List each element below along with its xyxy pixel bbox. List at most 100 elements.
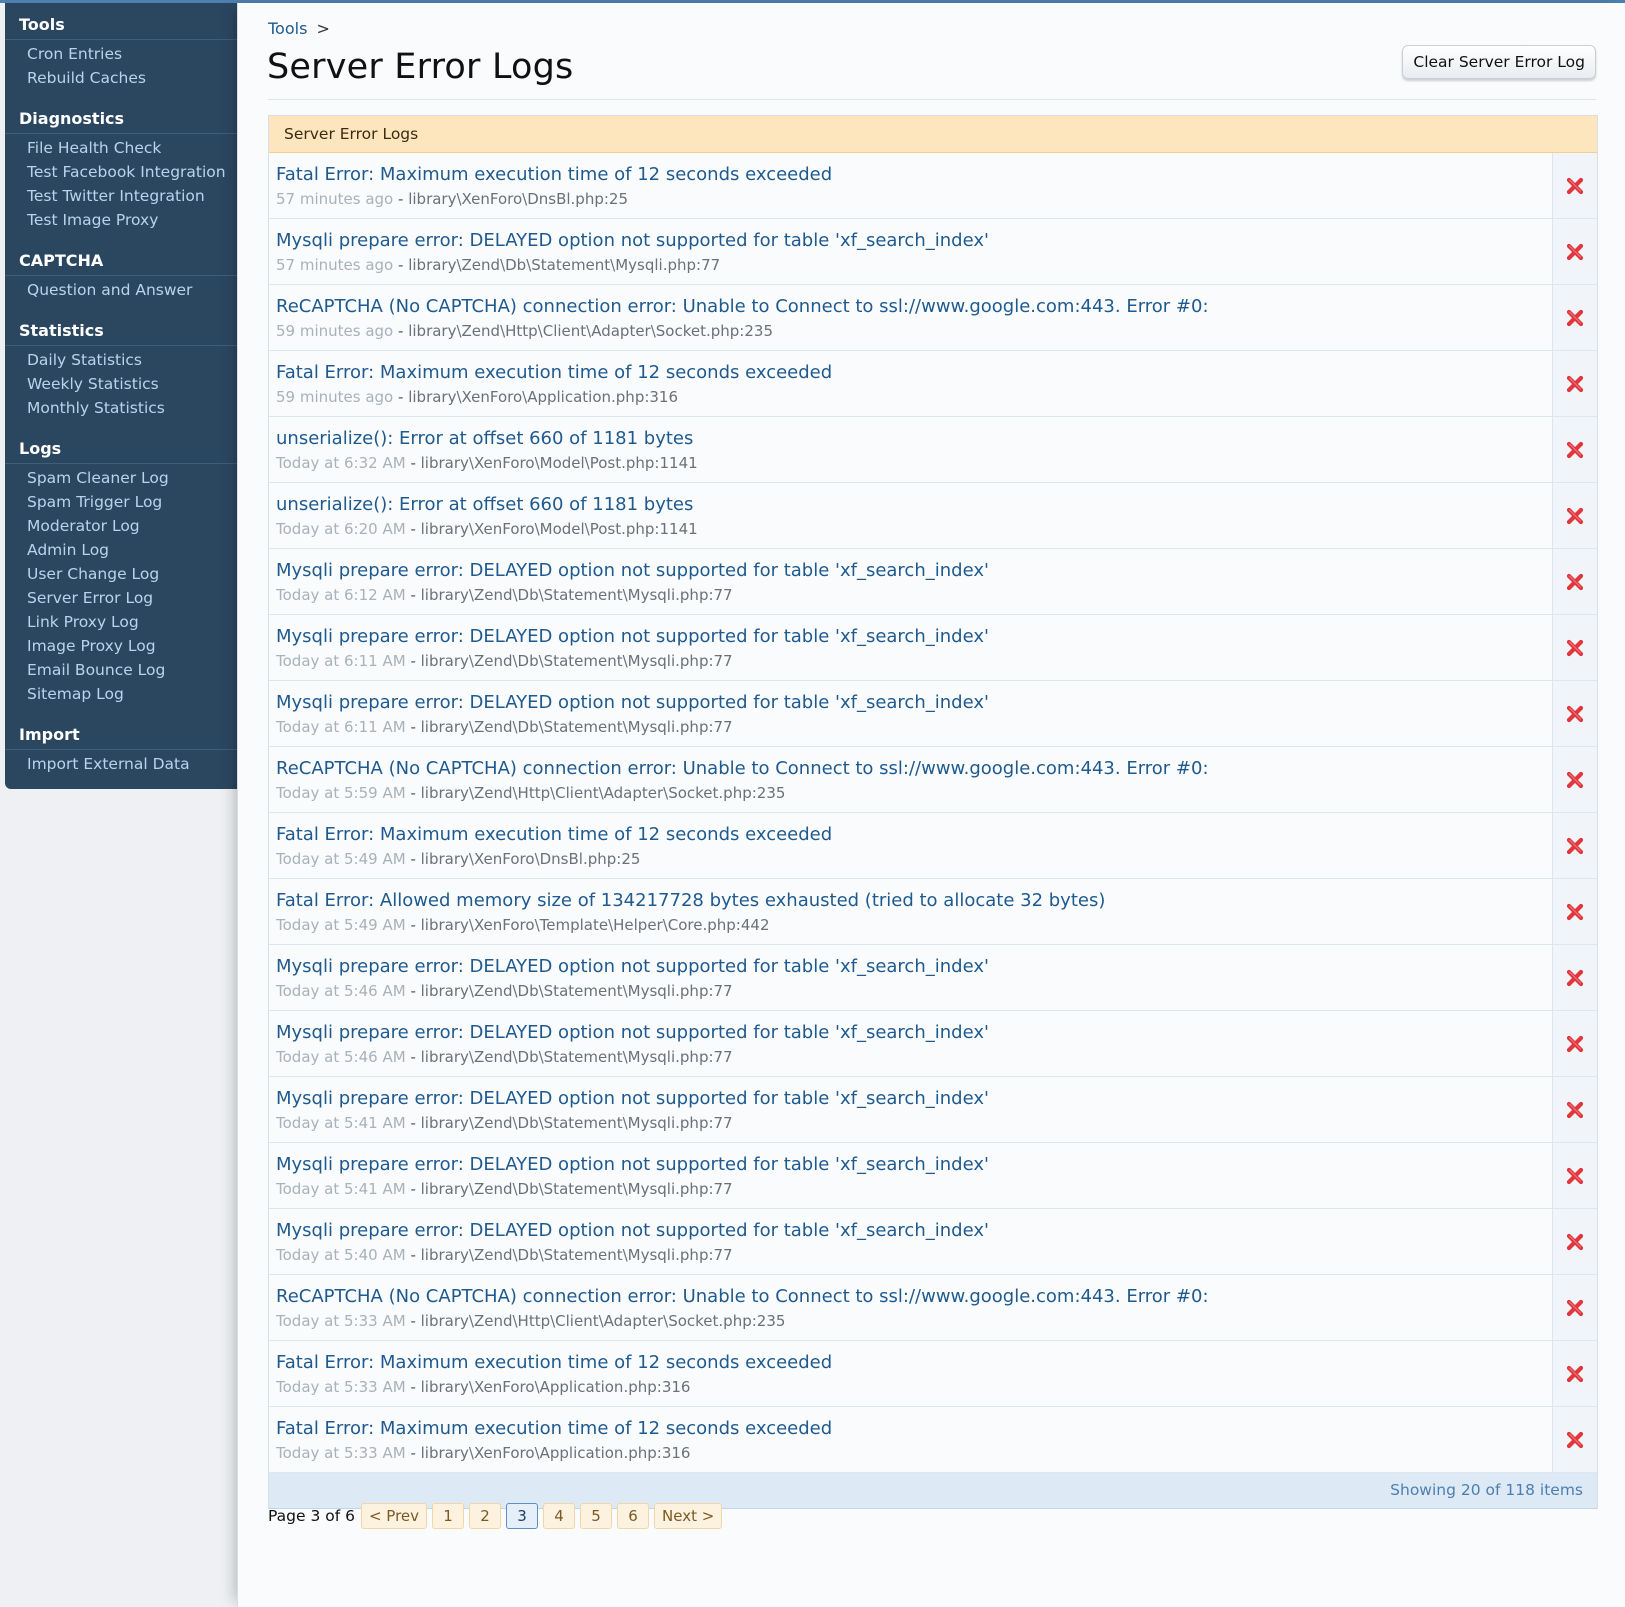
page-button-5[interactable]: 5 [580,1503,613,1529]
sidebar-item-monthly-statistics[interactable]: Monthly Statistics [5,397,237,421]
error-log-entry-link[interactable]: Fatal Error: Allowed memory size of 1342… [269,879,1552,944]
delete-entry-button[interactable] [1552,1077,1597,1142]
page-button-3[interactable]: 3 [506,1503,539,1529]
delete-entry-button[interactable] [1552,1407,1597,1472]
error-log-entry-link[interactable]: Mysqli prepare error: DELAYED option not… [269,1077,1552,1142]
prev-page-button[interactable]: < Prev [360,1503,428,1529]
error-message[interactable]: Mysqli prepare error: DELAYED option not… [276,692,989,713]
page-button-6[interactable]: 6 [617,1503,650,1529]
delete-entry-button[interactable] [1552,747,1597,812]
page-label: Page 3 of 6 [268,1507,355,1525]
error-log-entry-link[interactable]: ReCAPTCHA (No CAPTCHA) connection error:… [269,1275,1552,1340]
page-button-4[interactable]: 4 [543,1503,576,1529]
clear-server-error-log-button[interactable]: Clear Server Error Log [1402,45,1596,79]
error-message[interactable]: Fatal Error: Maximum execution time of 1… [276,362,832,383]
error-message[interactable]: Mysqli prepare error: DELAYED option not… [276,1154,989,1175]
sidebar-item-email-bounce-log[interactable]: Email Bounce Log [5,659,237,683]
error-message[interactable]: Fatal Error: Maximum execution time of 1… [276,1352,832,1373]
error-message[interactable]: ReCAPTCHA (No CAPTCHA) connection error:… [276,1286,1209,1307]
error-log-entry-link[interactable]: unserialize(): Error at offset 660 of 11… [269,417,1552,482]
error-log-entry-link[interactable]: Mysqli prepare error: DELAYED option not… [269,1209,1552,1274]
delete-entry-button[interactable] [1552,615,1597,680]
sidebar-heading-logs[interactable]: Logs [5,437,237,464]
delete-entry-button[interactable] [1552,483,1597,548]
error-log-entry-link[interactable]: Mysqli prepare error: DELAYED option not… [269,549,1552,614]
sidebar-heading-statistics[interactable]: Statistics [5,319,237,346]
error-log-entry-link[interactable]: Fatal Error: Maximum execution time of 1… [269,1341,1552,1406]
error-message[interactable]: unserialize(): Error at offset 660 of 11… [276,494,693,515]
delete-entry-button[interactable] [1552,351,1597,416]
breadcrumb-tools-link[interactable]: Tools [268,19,307,38]
sidebar-item-link-proxy-log[interactable]: Link Proxy Log [5,611,237,635]
sidebar-item-admin-log[interactable]: Admin Log [5,539,237,563]
error-log-entry-link[interactable]: Mysqli prepare error: DELAYED option not… [269,1011,1552,1076]
sidebar-item-spam-trigger-log[interactable]: Spam Trigger Log [5,491,237,515]
delete-entry-button[interactable] [1552,285,1597,350]
meta-separator: - [410,982,416,1000]
error-log-entry-link[interactable]: Mysqli prepare error: DELAYED option not… [269,945,1552,1010]
delete-entry-button[interactable] [1552,813,1597,878]
sidebar-item-test-image-proxy[interactable]: Test Image Proxy [5,209,237,233]
error-message[interactable]: Mysqli prepare error: DELAYED option not… [276,1088,989,1109]
next-page-button[interactable]: Next > [654,1503,723,1529]
error-message[interactable]: Mysqli prepare error: DELAYED option not… [276,626,989,647]
error-log-entry-link[interactable]: Mysqli prepare error: DELAYED option not… [269,681,1552,746]
error-log-entry-link[interactable]: ReCAPTCHA (No CAPTCHA) connection error:… [269,285,1552,350]
error-message[interactable]: Mysqli prepare error: DELAYED option not… [276,230,989,251]
sidebar-item-weekly-statistics[interactable]: Weekly Statistics [5,373,237,397]
error-message[interactable]: Fatal Error: Maximum execution time of 1… [276,824,832,845]
delete-entry-button[interactable] [1552,549,1597,614]
sidebar-heading-diagnostics[interactable]: Diagnostics [5,107,237,134]
sidebar-heading-captcha[interactable]: CAPTCHA [5,249,237,276]
error-log-entry-link[interactable]: Mysqli prepare error: DELAYED option not… [269,219,1552,284]
error-log-entry-link[interactable]: Fatal Error: Maximum execution time of 1… [269,1407,1552,1472]
error-message[interactable]: Mysqli prepare error: DELAYED option not… [276,1220,989,1241]
sidebar-item-import-external-data[interactable]: Import External Data [5,753,237,777]
error-log-entry-link[interactable]: ReCAPTCHA (No CAPTCHA) connection error:… [269,747,1552,812]
delete-entry-button[interactable] [1552,1143,1597,1208]
error-message[interactable]: unserialize(): Error at offset 660 of 11… [276,428,693,449]
sidebar-item-moderator-log[interactable]: Moderator Log [5,515,237,539]
sidebar-item-sitemap-log[interactable]: Sitemap Log [5,683,237,707]
error-message[interactable]: Fatal Error: Maximum execution time of 1… [276,1418,832,1439]
delete-entry-button[interactable] [1552,681,1597,746]
error-log-entry-link[interactable]: Fatal Error: Maximum execution time of 1… [269,351,1552,416]
error-message[interactable]: Mysqli prepare error: DELAYED option not… [276,560,989,581]
sidebar-item-spam-cleaner-log[interactable]: Spam Cleaner Log [5,467,237,491]
delete-entry-button[interactable] [1552,417,1597,482]
delete-entry-button[interactable] [1552,1341,1597,1406]
sidebar-item-test-facebook-integration[interactable]: Test Facebook Integration [5,161,237,185]
error-log-entry-link[interactable]: Fatal Error: Maximum execution time of 1… [269,813,1552,878]
page-button-1[interactable]: 1 [432,1503,465,1529]
delete-entry-button[interactable] [1552,219,1597,284]
sidebar-item-cron-entries[interactable]: Cron Entries [5,43,237,67]
delete-entry-button[interactable] [1552,153,1597,218]
sidebar-item-daily-statistics[interactable]: Daily Statistics [5,349,237,373]
sidebar-item-user-change-log[interactable]: User Change Log [5,563,237,587]
error-log-entry-link[interactable]: Mysqli prepare error: DELAYED option not… [269,1143,1552,1208]
error-message[interactable]: ReCAPTCHA (No CAPTCHA) connection error:… [276,758,1209,779]
error-log-entry-link[interactable]: Fatal Error: Maximum execution time of 1… [269,153,1552,218]
sidebar-item-rebuild-caches[interactable]: Rebuild Caches [5,67,237,91]
page-button-2[interactable]: 2 [469,1503,502,1529]
error-message[interactable]: Fatal Error: Maximum execution time of 1… [276,164,832,185]
error-log-entry-link[interactable]: Mysqli prepare error: DELAYED option not… [269,615,1552,680]
error-log-entry-link[interactable]: unserialize(): Error at offset 660 of 11… [269,483,1552,548]
delete-entry-button[interactable] [1552,1011,1597,1076]
error-message[interactable]: ReCAPTCHA (No CAPTCHA) connection error:… [276,296,1209,317]
sidebar-item-image-proxy-log[interactable]: Image Proxy Log [5,635,237,659]
sidebar-item-question-and-answer[interactable]: Question and Answer [5,279,237,303]
delete-entry-button[interactable] [1552,945,1597,1010]
sidebar-item-file-health-check[interactable]: File Health Check [5,137,237,161]
delete-entry-button[interactable] [1552,879,1597,944]
sidebar-heading-tools[interactable]: Tools [5,13,237,40]
sidebar-item-test-twitter-integration[interactable]: Test Twitter Integration [5,185,237,209]
delete-entry-button[interactable] [1552,1209,1597,1274]
sidebar-item-server-error-log[interactable]: Server Error Log [5,587,237,611]
delete-entry-button[interactable] [1552,1275,1597,1340]
error-message[interactable]: Mysqli prepare error: DELAYED option not… [276,1022,989,1043]
sidebar-heading-import[interactable]: Import [5,723,237,750]
error-message[interactable]: Mysqli prepare error: DELAYED option not… [276,956,989,977]
error-message[interactable]: Fatal Error: Allowed memory size of 1342… [276,890,1105,911]
error-time: Today at 5:49 AM [276,850,406,868]
